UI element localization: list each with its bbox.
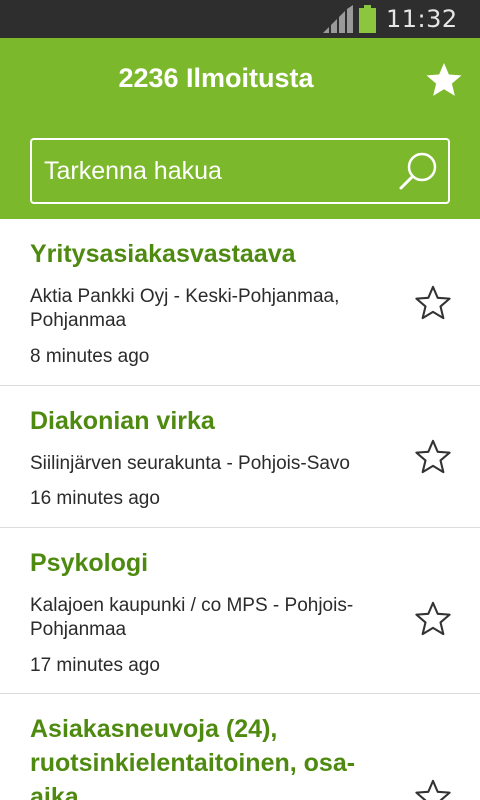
listing-title: Psykologi bbox=[30, 549, 149, 577]
listing-subtitle: Kalajoen kaupunki / co MPS - Pohjois-Poh… bbox=[30, 595, 354, 640]
listing-title: Asiakasneuvoja (24), ruotsinkielentaitoi… bbox=[30, 715, 356, 800]
listing-subtitle: Aktia Pankki Oyj - Keski-Pohjanmaa, Pohj… bbox=[30, 286, 340, 331]
star-filled-icon[interactable] bbox=[424, 60, 464, 100]
search-box bbox=[30, 138, 450, 204]
app-header: 2236 Ilmoitusta bbox=[0, 38, 480, 219]
list-item[interactable]: Psykologi Kalajoen kaupunki / co MPS - P… bbox=[0, 528, 480, 694]
list-item[interactable]: Diakonian virka Siilinjärven seurakunta … bbox=[0, 386, 480, 528]
battery-icon bbox=[359, 5, 376, 33]
star-outline-icon[interactable] bbox=[414, 438, 452, 476]
listing-subtitle: Siilinjärven seurakunta - Pohjois-Savo bbox=[30, 453, 350, 474]
list-item[interactable]: Yritysasiakasvastaava Aktia Pankki Oyj -… bbox=[0, 219, 480, 386]
listing-title: Diakonian virka bbox=[30, 407, 215, 435]
status-bar: 11:32 bbox=[0, 0, 480, 38]
status-time: 11:32 bbox=[386, 5, 458, 33]
listing-time: 17 minutes ago bbox=[30, 655, 160, 676]
star-outline-icon[interactable] bbox=[414, 778, 452, 800]
listing-time: 8 minutes ago bbox=[30, 346, 150, 367]
list-item[interactable]: Asiakasneuvoja (24), ruotsinkielentaitoi… bbox=[0, 694, 480, 800]
listing-title: Yritysasiakasvastaava bbox=[30, 240, 296, 268]
signal-icon bbox=[323, 5, 353, 33]
star-outline-icon[interactable] bbox=[414, 284, 452, 322]
search-icon[interactable] bbox=[398, 150, 440, 192]
search-input[interactable] bbox=[44, 140, 394, 202]
page-title: 2236 Ilmoitusta bbox=[118, 63, 314, 93]
listing-time: 16 minutes ago bbox=[30, 488, 160, 509]
job-list: Yritysasiakasvastaava Aktia Pankki Oyj -… bbox=[0, 219, 480, 800]
star-outline-icon[interactable] bbox=[414, 600, 452, 638]
